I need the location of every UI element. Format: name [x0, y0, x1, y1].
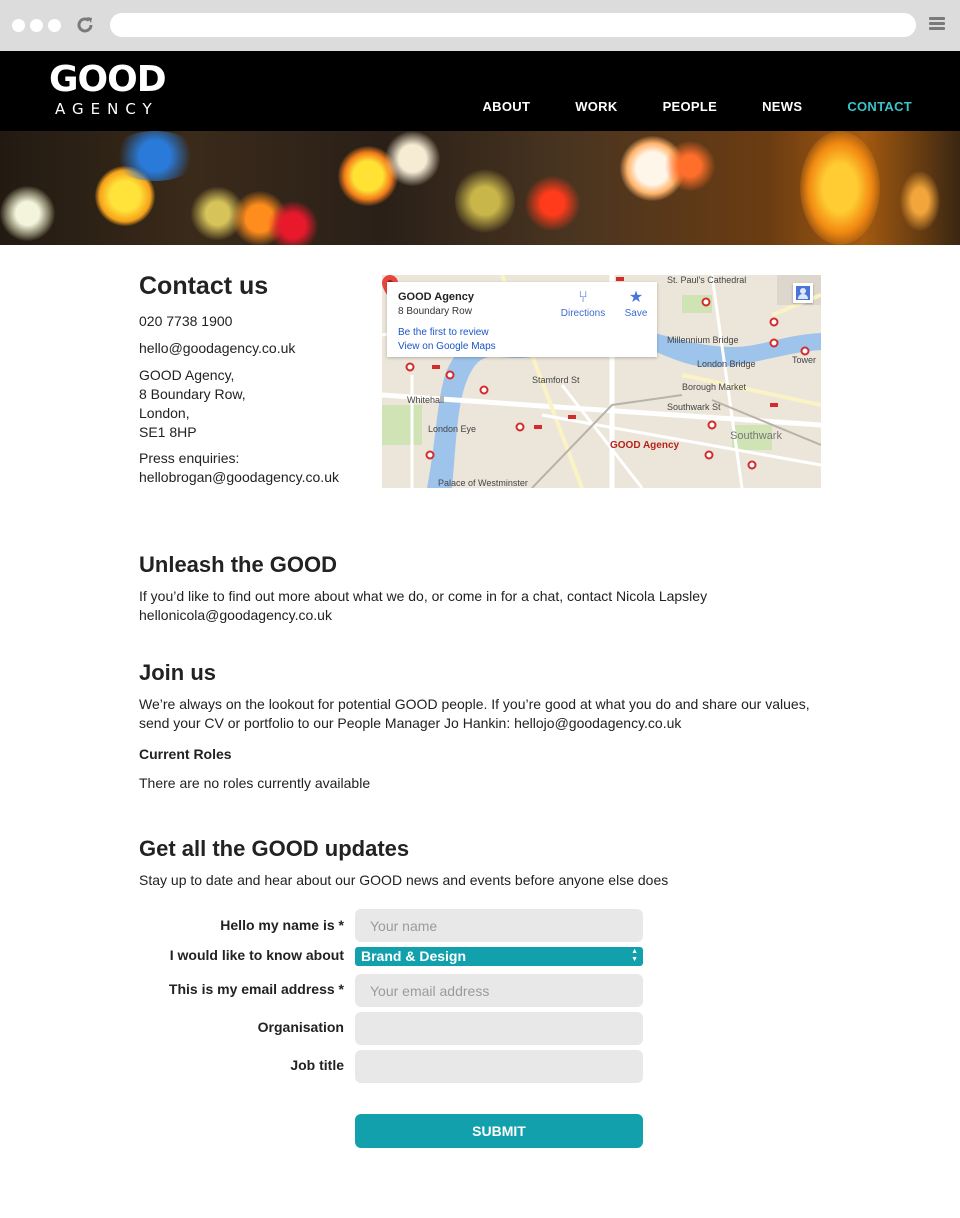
name-input[interactable]	[355, 909, 643, 942]
logo-main-text: GOOD	[49, 59, 167, 100]
topic-select[interactable]: Brand & Design ▲ ▼	[355, 947, 643, 966]
unleash-title: Unleash the GOOD	[139, 552, 338, 577]
map-label-millennium: Millennium Bridge	[667, 335, 739, 345]
contact-phone[interactable]: 020 7738 1900	[139, 312, 232, 331]
map-review-link[interactable]: Be the first to review	[398, 327, 489, 338]
current-roles-title: Current Roles	[139, 746, 232, 762]
contact-email[interactable]: hello@goodagency.co.uk	[139, 339, 295, 358]
window-maximize-dot[interactable]	[48, 19, 61, 32]
press-enquiries: Press enquiries: hellobrogan@goodagency.…	[139, 449, 339, 487]
topic-select-value: Brand & Design	[361, 948, 467, 964]
main-nav: ABOUT WORK PEOPLE NEWS CONTACT	[437, 99, 912, 114]
site-logo[interactable]: GOOD AGENCY	[49, 59, 174, 119]
address-bar[interactable]	[110, 13, 916, 37]
join-text-line2: send your CV or portfolio to our People …	[139, 715, 682, 731]
map-pin-label: GOOD Agency	[610, 440, 680, 451]
unleash-email[interactable]: hellonicola@goodagency.co.uk	[139, 606, 332, 625]
map-label-palace: Palace of Westminster	[438, 478, 528, 488]
updates-title: Get all the GOOD updates	[139, 836, 410, 861]
submit-button[interactable]: SUBMIT	[355, 1114, 643, 1148]
name-label: Hello my name is *	[220, 917, 344, 933]
nav-news[interactable]: NEWS	[762, 99, 802, 114]
map-place-address: 8 Boundary Row	[398, 306, 472, 317]
address-line: SE1 8HP	[139, 424, 197, 440]
map-place-name: GOOD Agency	[398, 291, 474, 303]
email-label: This is my email address *	[168, 981, 344, 997]
organisation-label: Organisation	[257, 1019, 344, 1035]
browser-menu-icon[interactable]	[929, 17, 945, 33]
current-roles-text: There are no roles currently available	[139, 775, 371, 791]
map-save-button[interactable]: ★ Save	[612, 288, 660, 319]
join-text-line1: We’re always on the lookout for potentia…	[139, 696, 810, 712]
map-label-borough-market: Borough Market	[682, 382, 747, 392]
map-user-button[interactable]	[793, 283, 813, 303]
map-label-stamford: Stamford St	[532, 375, 580, 385]
contact-title: Contact us	[139, 272, 269, 300]
map-label-southwark: Southwark	[730, 430, 782, 442]
map-place-card: GOOD Agency 8 Boundary Row Be the first …	[387, 282, 657, 357]
window-minimize-dot[interactable]	[30, 19, 43, 32]
reload-icon[interactable]	[74, 14, 96, 36]
job-title-label: Job title	[290, 1057, 344, 1073]
address-line: London,	[139, 405, 190, 421]
press-email[interactable]: hellobrogan@goodagency.co.uk	[139, 468, 339, 487]
organisation-input[interactable]	[355, 1012, 643, 1045]
unleash-text: If you’d like to find out more about wha…	[139, 588, 708, 604]
email-input[interactable]	[355, 974, 643, 1007]
site-header: GOOD AGENCY ABOUT WORK PEOPLE NEWS CONTA…	[0, 51, 960, 131]
window-close-dot[interactable]	[12, 19, 25, 32]
map-label-tower: Tower	[792, 355, 817, 365]
person-icon	[796, 286, 810, 300]
nav-about[interactable]: ABOUT	[482, 99, 530, 114]
browser-chrome	[0, 0, 960, 51]
press-label: Press enquiries:	[139, 450, 240, 466]
map-label-st-pauls: St. Paul's Cathedral	[667, 275, 747, 285]
address-line: GOOD Agency,	[139, 367, 235, 383]
google-map[interactable]: St. Paul's Cathedral Millennium Bridge L…	[382, 275, 821, 488]
map-view-link[interactable]: View on Google Maps	[398, 341, 496, 352]
directions-icon: ⑂	[578, 289, 588, 306]
hero-banner-image	[0, 131, 960, 245]
map-label-whitehall: Whitehall	[407, 395, 445, 405]
address-line: 8 Boundary Row,	[139, 386, 246, 402]
job-title-input[interactable]	[355, 1050, 643, 1083]
logo-sub-text: AGENCY	[55, 100, 159, 118]
directions-label: Directions	[560, 308, 606, 319]
nav-contact[interactable]: CONTACT	[847, 99, 912, 114]
select-arrows-icon: ▲ ▼	[631, 948, 638, 963]
nav-people[interactable]: PEOPLE	[663, 99, 718, 114]
save-label: Save	[624, 308, 648, 319]
map-directions-button[interactable]: ⑂ Directions	[559, 288, 607, 319]
map-label-southwark-st: Southwark St	[667, 402, 721, 412]
updates-intro: Stay up to date and hear about our GOOD …	[139, 872, 669, 888]
join-title: Join us	[139, 660, 217, 685]
map-label-london-bridge: London Bridge	[697, 359, 756, 369]
topic-label: I would like to know about	[169, 947, 344, 963]
contact-address: GOOD Agency, 8 Boundary Row, London, SE1…	[139, 366, 246, 442]
nav-work[interactable]: WORK	[575, 99, 617, 114]
map-label-london-eye: London Eye	[428, 424, 477, 434]
star-icon: ★	[628, 289, 644, 306]
